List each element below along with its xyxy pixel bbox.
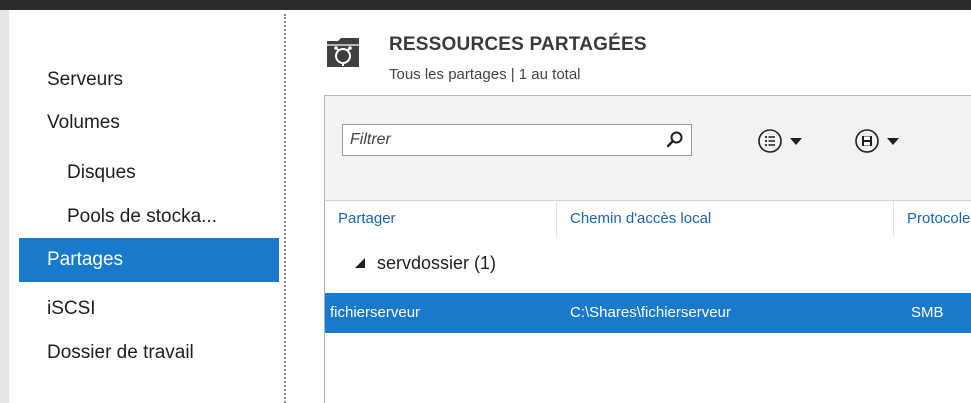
navigation-pane: Serveurs Volumes Disques Pools de stocka… bbox=[9, 10, 285, 403]
page-subtitle: Tous les partages | 1 au total bbox=[389, 66, 581, 83]
list-view-icon bbox=[758, 129, 782, 153]
nav-item-dossier-de-travail[interactable]: Dossier de travail bbox=[19, 332, 279, 374]
view-options-button[interactable] bbox=[757, 126, 803, 156]
filter-box[interactable] bbox=[342, 124, 692, 156]
shared-folder-icon bbox=[327, 38, 359, 67]
pane-splitter[interactable] bbox=[284, 14, 286, 403]
save-query-button[interactable] bbox=[854, 126, 900, 156]
list-toolbar bbox=[325, 96, 971, 201]
nav-item-volumes[interactable]: Volumes bbox=[19, 104, 279, 142]
shares-pane: RESSOURCES PARTAGÉES Tous les partages |… bbox=[287, 10, 971, 403]
column-header-partager[interactable]: Partager bbox=[325, 200, 557, 238]
window-left-border bbox=[0, 10, 9, 403]
nav-item-disques[interactable]: Disques bbox=[19, 152, 279, 194]
cell-local-path: C:\Shares\fichierserveur bbox=[570, 304, 731, 321]
group-label: servdossier (1) bbox=[377, 252, 497, 273]
nav-item-pools-de-stockage[interactable]: Pools de stocka... bbox=[19, 196, 279, 238]
cell-share-name: fichierserveur bbox=[330, 304, 421, 321]
group-row-servdossier[interactable]: servdossier (1) bbox=[325, 240, 971, 286]
column-header-protocole[interactable]: Protocole bbox=[894, 200, 971, 238]
filter-input[interactable] bbox=[343, 125, 660, 155]
server-manager-window: Serveurs Volumes Disques Pools de stocka… bbox=[0, 0, 971, 403]
search-icon[interactable] bbox=[665, 130, 685, 150]
cell-protocol: SMB bbox=[911, 304, 944, 321]
save-icon bbox=[855, 129, 879, 153]
nav-item-iscsi[interactable]: iSCSI bbox=[19, 288, 279, 330]
page-title: RESSOURCES PARTAGÉES bbox=[389, 34, 647, 55]
chevron-down-icon bbox=[887, 138, 899, 145]
collapse-triangle-icon[interactable] bbox=[353, 256, 367, 270]
title-bar-edge bbox=[0, 0, 971, 10]
nav-item-serveurs[interactable]: Serveurs bbox=[19, 59, 279, 101]
column-header-chemin[interactable]: Chemin d'accès local bbox=[557, 200, 894, 238]
chevron-down-icon bbox=[790, 138, 802, 145]
nav-item-partages[interactable]: Partages bbox=[19, 238, 279, 282]
table-row[interactable]: fichierserveur C:\Shares\fichierserveur … bbox=[325, 293, 971, 333]
shares-list-panel: Partager Chemin d'accès local Protocole … bbox=[324, 95, 971, 403]
